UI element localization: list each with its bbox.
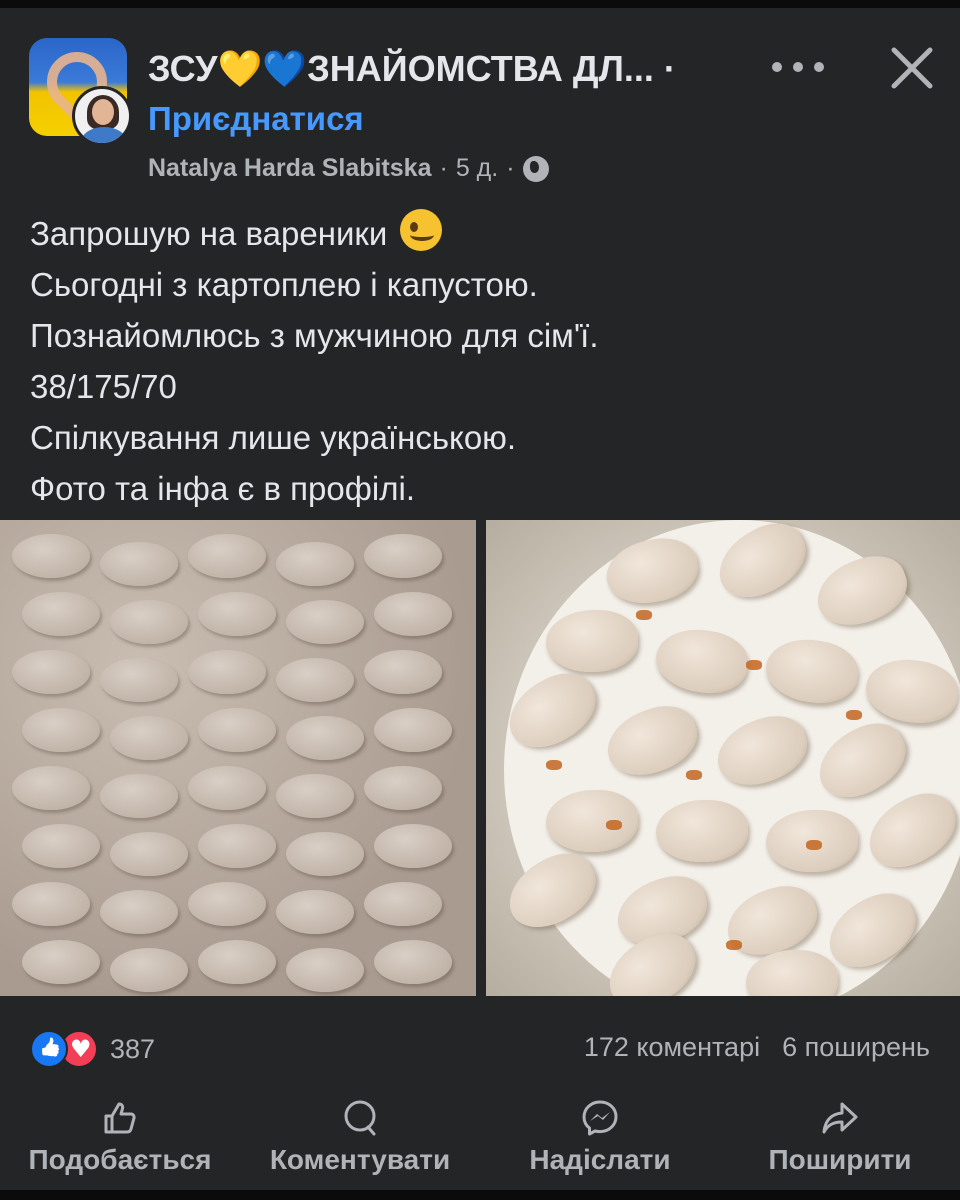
- raw-dumpling: [100, 658, 178, 702]
- post-line: 38/175/70: [30, 368, 177, 405]
- messenger-icon: [582, 1100, 618, 1136]
- share-label: Поширити: [768, 1144, 912, 1175]
- raw-dumpling: [374, 824, 452, 868]
- author-name[interactable]: Natalya Harda Slabitska: [148, 154, 431, 183]
- raw-dumpling: [276, 774, 354, 818]
- raw-dumpling: [110, 716, 188, 760]
- raw-dumpling: [12, 650, 90, 694]
- post-stats: 172 коментарі 6 поширень: [584, 1032, 930, 1063]
- fried-onion: [606, 820, 622, 830]
- comment-bubble-icon: [344, 1100, 376, 1136]
- raw-dumpling: [276, 890, 354, 934]
- raw-dumpling: [286, 832, 364, 876]
- raw-dumpling: [374, 592, 452, 636]
- raw-dumpling: [286, 948, 364, 992]
- bottom-edge: [0, 1190, 960, 1200]
- raw-dumpling: [110, 948, 188, 992]
- fried-onion: [846, 710, 862, 720]
- post-line: Сьогодні з картоплею і капустою.: [30, 266, 538, 303]
- post-line: Фото та інфа є в профілі.: [30, 470, 415, 507]
- fried-onion: [686, 770, 702, 780]
- raw-dumpling: [286, 716, 364, 760]
- raw-dumpling: [364, 766, 442, 810]
- post-time[interactable]: 5 д.: [456, 154, 498, 183]
- raw-dumpling: [110, 600, 188, 644]
- fried-onion: [726, 940, 742, 950]
- post-meta: Natalya Harda Slabitska · 5 д. ·: [148, 154, 549, 183]
- author-avatar[interactable]: [72, 86, 132, 146]
- meta-separator-2: ·: [506, 154, 515, 182]
- raw-dumpling: [188, 766, 266, 810]
- raw-dumpling: [22, 708, 100, 752]
- photo-cooked-dumplings[interactable]: [486, 520, 960, 996]
- join-group-link[interactable]: Приєднатися: [148, 100, 364, 138]
- reaction-count: 387: [110, 1033, 156, 1064]
- share-button[interactable]: Поширити: [720, 1098, 960, 1198]
- cooked-dumpling: [546, 610, 638, 672]
- more-options-icon[interactable]: [772, 54, 824, 80]
- raw-dumpling: [198, 708, 276, 752]
- winking-face-emoji: [400, 209, 443, 251]
- top-edge: [0, 0, 960, 8]
- raw-dumpling: [12, 766, 90, 810]
- close-icon[interactable]: [888, 44, 936, 92]
- cooked-dumpling: [546, 790, 638, 852]
- raw-dumpling: [188, 650, 266, 694]
- raw-dumpling: [188, 882, 266, 926]
- fried-onion: [746, 660, 762, 670]
- raw-dumpling: [22, 824, 100, 868]
- like-label: Подобається: [28, 1144, 212, 1175]
- comments-count[interactable]: 172 коментарі: [584, 1032, 760, 1063]
- raw-dumpling: [198, 592, 276, 636]
- raw-dumpling: [374, 940, 452, 984]
- post-card: ЗСУ💛💙ЗНАЙОМСТВА ДЛ... · Приєднатися Nata…: [0, 8, 960, 1190]
- raw-dumpling: [188, 534, 266, 578]
- raw-dumpling: [12, 534, 90, 578]
- send-label: Надіслати: [529, 1144, 671, 1175]
- raw-dumpling: [286, 600, 364, 644]
- comment-button[interactable]: Коментувати: [240, 1098, 480, 1198]
- fried-onion: [546, 760, 562, 770]
- post-line: Познайомлюсь з мужчиною для сім'ї.: [30, 317, 599, 354]
- share-arrow-icon: [822, 1102, 858, 1134]
- raw-dumpling: [100, 774, 178, 818]
- raw-dumpling: [198, 940, 276, 984]
- reactions-summary[interactable]: 387: [30, 1030, 155, 1068]
- raw-dumpling: [100, 890, 178, 934]
- like-button[interactable]: Подобається: [0, 1098, 240, 1198]
- post-line: Запрошую на вареники: [30, 208, 930, 259]
- raw-dumpling: [374, 708, 452, 752]
- raw-dumpling: [364, 650, 442, 694]
- post-text: Запрошую на вареники Сьогодні з картопле…: [30, 208, 930, 514]
- comment-label: Коментувати: [269, 1144, 451, 1175]
- group-name[interactable]: ЗСУ💛💙ЗНАЙОМСТВА ДЛ... ·: [148, 48, 676, 90]
- meta-separator: ·: [439, 154, 448, 182]
- like-reaction-icon: [30, 1030, 68, 1068]
- raw-dumpling: [276, 542, 354, 586]
- globe-icon: [522, 155, 549, 182]
- raw-dumpling: [12, 882, 90, 926]
- shares-count[interactable]: 6 поширень: [782, 1032, 930, 1063]
- thumbs-up-icon: [104, 1102, 136, 1134]
- raw-dumpling: [364, 534, 442, 578]
- fried-onion: [636, 610, 652, 620]
- action-bar: Подобається Коментувати Надіслати Пошири…: [0, 1098, 960, 1198]
- send-button[interactable]: Надіслати: [480, 1098, 720, 1198]
- photo-raw-dumplings[interactable]: [0, 520, 476, 996]
- cooked-dumpling: [656, 800, 748, 862]
- raw-dumpling: [100, 542, 178, 586]
- raw-dumpling: [22, 592, 100, 636]
- raw-dumpling: [22, 940, 100, 984]
- raw-dumpling: [198, 824, 276, 868]
- raw-dumpling: [364, 882, 442, 926]
- post-line: Спілкування лише українською.: [30, 419, 517, 456]
- fried-onion: [806, 840, 822, 850]
- raw-dumpling: [276, 658, 354, 702]
- raw-dumpling: [110, 832, 188, 876]
